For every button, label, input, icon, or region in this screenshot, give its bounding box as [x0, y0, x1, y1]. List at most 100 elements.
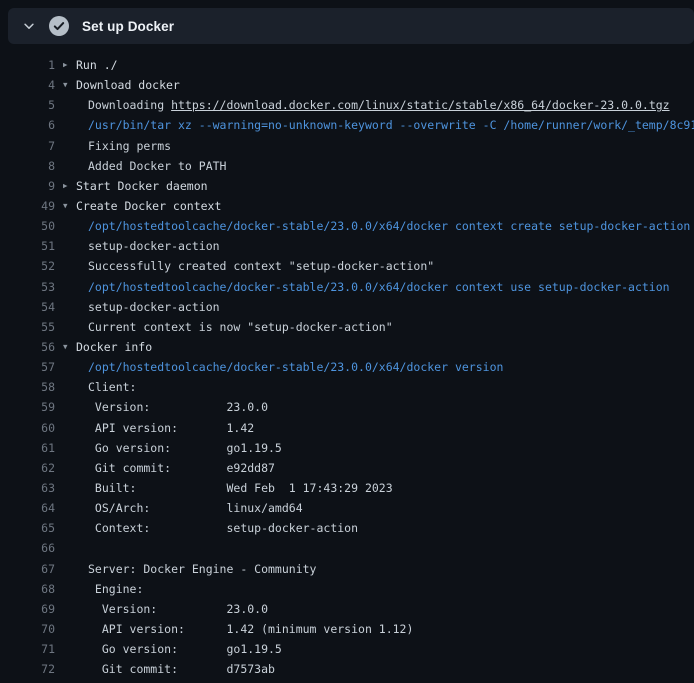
line-number[interactable]: 6 [0, 115, 55, 135]
log-text: Version: 23.0.0 [88, 400, 268, 414]
line-content: Go version: go1.19.5 [63, 438, 282, 458]
line-number[interactable]: 68 [0, 579, 55, 599]
group-title: Create Docker context [76, 199, 221, 213]
log-line: 60 API version: 1.42 [0, 418, 694, 438]
log-group-line[interactable]: 9 ▶Start Docker daemon [0, 176, 694, 196]
log-line: 59 Version: 23.0.0 [0, 397, 694, 417]
group-expanded-arrow-icon[interactable]: ▼ [63, 75, 76, 95]
log-line: 58 Client: [0, 377, 694, 397]
log-text: Context: setup-docker-action [88, 521, 358, 535]
line-number[interactable]: 60 [0, 418, 55, 438]
line-number[interactable]: 72 [0, 659, 55, 679]
line-content: Added Docker to PATH [63, 156, 226, 176]
line-number[interactable]: 9 [0, 176, 55, 196]
line-content: Version: 23.0.0 [63, 397, 268, 417]
log-text: Git commit: d7573ab [88, 662, 275, 676]
log-line: 72 Git commit: d7573ab [0, 659, 694, 679]
line-number[interactable]: 69 [0, 599, 55, 619]
line-number[interactable]: 55 [0, 317, 55, 337]
line-number[interactable]: 49 [0, 196, 55, 216]
line-content: /opt/hostedtoolcache/docker-stable/23.0.… [63, 277, 670, 297]
line-number[interactable]: 51 [0, 236, 55, 256]
group-title: Docker info [76, 340, 152, 354]
chevron-down-icon[interactable] [22, 19, 36, 33]
log-text: Go version: go1.19.5 [88, 642, 282, 656]
line-number[interactable]: 5 [0, 95, 55, 115]
log-group-line[interactable]: 4▼Download docker [0, 75, 694, 95]
line-number[interactable]: 54 [0, 297, 55, 317]
line-number[interactable]: 50 [0, 216, 55, 236]
group-collapsed-arrow-icon[interactable]: ▶ [63, 176, 76, 196]
log-group-line[interactable]: 49 ▼Create Docker context [0, 196, 694, 216]
line-number[interactable]: 67 [0, 559, 55, 579]
line-content: API version: 1.42 [63, 418, 254, 438]
log-line: 53/opt/hostedtoolcache/docker-stable/23.… [0, 277, 694, 297]
log-line: 69 Version: 23.0.0 [0, 599, 694, 619]
step-title: Set up Docker [82, 19, 174, 34]
log-text: Added Docker to PATH [88, 159, 226, 173]
line-content: ▼Docker info [63, 337, 152, 357]
line-number[interactable]: 63 [0, 478, 55, 498]
log-line: 65 Context: setup-docker-action [0, 518, 694, 538]
line-content: Git commit: e92dd87 [63, 458, 275, 478]
log-line: 57/opt/hostedtoolcache/docker-stable/23.… [0, 357, 694, 377]
line-number[interactable]: 52 [0, 256, 55, 276]
log-line: 71 Go version: go1.19.5 [0, 639, 694, 659]
line-content: Client: [63, 377, 136, 397]
line-number[interactable]: 70 [0, 619, 55, 639]
line-number[interactable]: 53 [0, 277, 55, 297]
line-number[interactable]: 56 [0, 337, 55, 357]
line-number[interactable]: 1 [0, 55, 55, 75]
log-group-line[interactable]: 1 ▶Run ./ [0, 55, 694, 75]
line-number[interactable]: 65 [0, 518, 55, 538]
log-line: 8 Added Docker to PATH [0, 156, 694, 176]
line-number[interactable]: 71 [0, 639, 55, 659]
command-text: /opt/hostedtoolcache/docker-stable/23.0.… [88, 360, 503, 374]
line-number[interactable]: 66 [0, 538, 55, 558]
log-line: 66 [0, 538, 694, 558]
line-content: Go version: go1.19.5 [63, 639, 282, 659]
line-content: Current context is now "setup-docker-act… [63, 317, 393, 337]
line-content: Git commit: d7573ab [63, 659, 275, 679]
log-line: 55 Current context is now "setup-docker-a… [0, 317, 694, 337]
log-line: 54 setup-docker-action [0, 297, 694, 317]
line-number[interactable]: 64 [0, 498, 55, 518]
log-line: 68 Engine: [0, 579, 694, 599]
line-number[interactable]: 4 [0, 75, 55, 95]
log-text: Current context is now "setup-docker-act… [88, 320, 393, 334]
command-text: /opt/hostedtoolcache/docker-stable/23.0.… [88, 280, 670, 294]
line-content: Context: setup-docker-action [63, 518, 358, 538]
group-collapsed-arrow-icon[interactable]: ▶ [63, 55, 76, 75]
log-text: Built: Wed Feb 1 17:43:29 2023 [88, 481, 393, 495]
line-content: /opt/hostedtoolcache/docker-stable/23.0.… [63, 357, 503, 377]
group-title: Run ./ [76, 58, 118, 72]
group-expanded-arrow-icon[interactable]: ▼ [63, 337, 76, 357]
log-link[interactable]: https://download.docker.com/linux/static… [171, 98, 670, 112]
step-header[interactable]: Set up Docker [8, 8, 694, 44]
log-text: API version: 1.42 [88, 421, 254, 435]
log-line: 51 setup-docker-action [0, 236, 694, 256]
line-number[interactable]: 58 [0, 377, 55, 397]
line-content: ▼Create Docker context [63, 196, 221, 216]
line-number[interactable]: 62 [0, 458, 55, 478]
line-content: ▶Start Docker daemon [63, 176, 208, 196]
group-expanded-arrow-icon[interactable]: ▼ [63, 196, 76, 216]
line-number[interactable]: 57 [0, 357, 55, 377]
line-content: Server: Docker Engine - Community [63, 559, 316, 579]
log-line: 50/opt/hostedtoolcache/docker-stable/23.… [0, 216, 694, 236]
log-line: 61 Go version: go1.19.5 [0, 438, 694, 458]
line-number[interactable]: 8 [0, 156, 55, 176]
line-content: setup-docker-action [63, 236, 220, 256]
log-line: 62 Git commit: e92dd87 [0, 458, 694, 478]
log-text: setup-docker-action [88, 300, 220, 314]
log-text: Downloading [88, 98, 171, 112]
line-number[interactable]: 7 [0, 136, 55, 156]
log-group-line[interactable]: 56 ▼Docker info [0, 337, 694, 357]
command-text: /opt/hostedtoolcache/docker-stable/23.0.… [88, 219, 690, 233]
log-line: 67 Server: Docker Engine - Community [0, 559, 694, 579]
line-number[interactable]: 59 [0, 397, 55, 417]
line-content: ▶Run ./ [63, 55, 118, 75]
command-text: /usr/bin/tar xz --warning=no-unknown-key… [88, 118, 694, 132]
line-number[interactable]: 61 [0, 438, 55, 458]
log-text: Version: 23.0.0 [88, 602, 268, 616]
